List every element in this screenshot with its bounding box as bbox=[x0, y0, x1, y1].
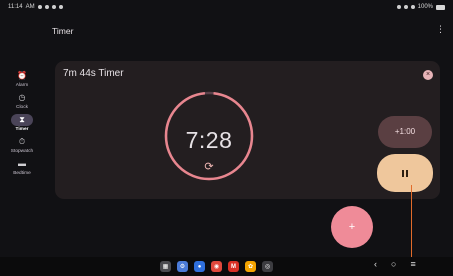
nav-item-clock[interactable]: ◷ Clock bbox=[0, 92, 44, 111]
add-minute-button[interactable]: +1:00 bbox=[378, 116, 432, 148]
timer-name[interactable]: 7m 44s Timer bbox=[63, 68, 124, 79]
nav-icon-wrap: ⧗ bbox=[11, 114, 33, 126]
home-button[interactable]: ○ bbox=[391, 259, 396, 269]
timer-card: 7m 44s Timer × 7:28 ⟳ +1:00 bbox=[55, 61, 440, 199]
status-bar: 11:14 AM 100% bbox=[0, 0, 453, 14]
chat-notification-icon bbox=[44, 5, 49, 9]
app-grid-icon[interactable]: ▦ bbox=[160, 261, 171, 272]
close-icon: × bbox=[425, 71, 431, 78]
camera-icon[interactable]: ◎ bbox=[262, 261, 273, 272]
nav-icon-wrap: ◷ bbox=[11, 92, 33, 104]
settings-icon[interactable]: ⚙ bbox=[177, 261, 188, 272]
nav-item-stopwatch[interactable]: ⏱ Stopwatch bbox=[0, 136, 44, 155]
nav-item-label: Timer bbox=[15, 127, 29, 132]
reset-icon[interactable]: ⟳ bbox=[201, 160, 217, 173]
nav-item-label: Clock bbox=[16, 105, 28, 110]
gear-notification-icon bbox=[37, 5, 42, 9]
location-notification-icon bbox=[58, 5, 63, 9]
status-am-pm: AM bbox=[25, 4, 35, 10]
gmail-icon[interactable]: M bbox=[228, 261, 239, 272]
nav-item-label: Bedtime bbox=[13, 171, 31, 176]
battery-percent: 100% bbox=[417, 4, 433, 10]
status-time: 11:14 bbox=[8, 4, 23, 10]
add-timer-button[interactable]: + bbox=[331, 206, 373, 248]
timer-remaining: 7:28 bbox=[185, 127, 233, 153]
chrome-icon[interactable]: ◉ bbox=[211, 261, 222, 272]
messages-icon[interactable]: ● bbox=[194, 261, 205, 272]
alarm-icon: ⏰ bbox=[17, 71, 27, 80]
nav-icon-wrap: ⏰ bbox=[11, 70, 33, 82]
pause-icon bbox=[402, 169, 408, 177]
bed-icon: ▬ bbox=[18, 159, 26, 168]
more-vert-icon[interactable]: ⋮ bbox=[436, 24, 445, 35]
nav-item-label: Alarm bbox=[15, 83, 29, 88]
page-title: Timer bbox=[52, 26, 74, 36]
stopwatch-icon: ⏱ bbox=[18, 137, 26, 146]
nav-item-label: Stopwatch bbox=[10, 149, 34, 154]
system-nav: ‹ ○ ≡ bbox=[374, 259, 416, 269]
taskbar: ▦ ⚙ ● ◉ M ✿ ◎ ‹ ○ ≡ bbox=[0, 257, 453, 276]
screenshot-notification-icon bbox=[51, 5, 56, 9]
clock-icon: ◷ bbox=[18, 93, 26, 102]
nav-item-timer[interactable]: ⧗ Timer bbox=[0, 114, 44, 132]
back-button[interactable]: ‹ bbox=[374, 259, 377, 269]
close-timer-button[interactable]: × bbox=[423, 70, 433, 80]
status-right: 100% bbox=[396, 4, 445, 10]
app-bar: Timer ⋮ bbox=[52, 22, 453, 42]
nav-rail: ⏰ Alarm ◷ Clock ⧗ Timer ⏱ Stopwatch ▬ Bedtime bbox=[0, 70, 44, 180]
status-left: 11:14 AM bbox=[8, 4, 63, 10]
nav-icon-wrap: ▬ bbox=[11, 158, 33, 170]
recents-button[interactable]: ≡ bbox=[410, 259, 415, 269]
hourglass-icon: ⧗ bbox=[19, 115, 25, 124]
nav-item-alarm[interactable]: ⏰ Alarm bbox=[0, 70, 44, 89]
dock: ▦ ⚙ ● ◉ M ✿ ◎ bbox=[160, 261, 273, 272]
battery-saver-icon bbox=[410, 5, 415, 9]
photos-icon[interactable]: ✿ bbox=[245, 261, 256, 272]
wifi-icon bbox=[403, 5, 408, 9]
nav-item-bedtime[interactable]: ▬ Bedtime bbox=[0, 158, 44, 177]
nav-icon-wrap: ⏱ bbox=[11, 136, 33, 148]
pause-button[interactable] bbox=[377, 154, 433, 192]
battery-icon bbox=[436, 4, 445, 10]
plus-icon: + bbox=[348, 221, 356, 233]
alarm-status-icon bbox=[396, 5, 401, 9]
